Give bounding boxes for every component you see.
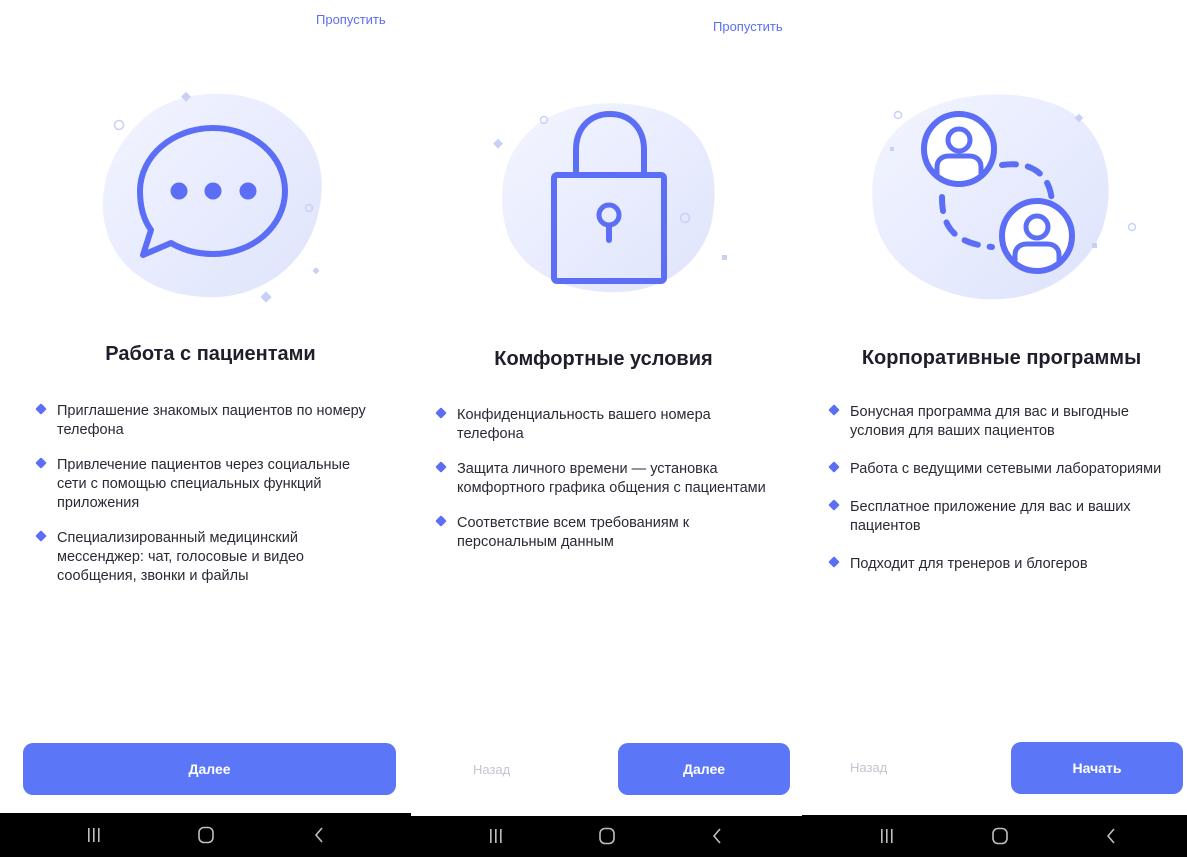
- recent-apps-icon[interactable]: [880, 828, 894, 844]
- list-item-text: Подходит для тренеров и блогеров: [850, 556, 1088, 572]
- list-item-text: Бесплатное приложение для вас и ваших па…: [850, 499, 1131, 534]
- list-item: Работа с ведущими сетевыми лабораториями: [828, 460, 1165, 479]
- bullet-diamond-icon: [435, 515, 447, 527]
- back-icon[interactable]: [711, 828, 723, 844]
- feature-list: Конфиденциальность вашего номера телефон…: [435, 406, 777, 568]
- users-exchange-illustration: [862, 85, 1142, 315]
- home-icon[interactable]: [991, 827, 1009, 845]
- bullet-diamond-icon: [828, 556, 840, 568]
- recent-apps-icon[interactable]: [87, 827, 101, 843]
- chat-bubble-illustration: [85, 85, 340, 315]
- onboarding-screen-corporate: Корпоративные программы Бонусная програм…: [802, 0, 1187, 857]
- back-icon[interactable]: [313, 827, 325, 843]
- next-button[interactable]: Далее: [23, 743, 396, 795]
- skip-link[interactable]: Пропустить: [316, 12, 386, 27]
- list-item-text: Соответствие всем требованиям к персонал…: [457, 515, 690, 550]
- list-item-text: Работа с ведущими сетевыми лабораториями: [850, 461, 1162, 477]
- list-item-text: Бонусная программа для вас и выгодные ус…: [850, 404, 1129, 439]
- list-item-text: Защита личного времени — установка комфо…: [457, 461, 766, 496]
- skip-link[interactable]: Пропустить: [713, 19, 783, 34]
- onboarding-screen-patients: Пропустить Работа с пациентами Приглашен…: [0, 0, 411, 857]
- start-button[interactable]: Начать: [1011, 742, 1183, 794]
- list-item: Бонусная программа для вас и выгодные ус…: [828, 403, 1165, 441]
- system-navbar: [802, 815, 1187, 857]
- list-item: Защита личного времени — установка комфо…: [435, 460, 777, 498]
- list-item-text: Специализированный медицинский мессендже…: [57, 530, 304, 584]
- screen-title: Работа с пациентами: [105, 343, 316, 365]
- onboarding-screen-comfort: Пропустить Комфортные условия Конфиденци…: [411, 0, 802, 857]
- list-item-text: Привлечение пациентов через социальные с…: [57, 457, 351, 511]
- next-button[interactable]: Далее: [618, 743, 790, 795]
- bullet-diamond-icon: [828, 461, 840, 473]
- list-item: Соответствие всем требованиям к персонал…: [435, 514, 777, 552]
- chat-bubble-icon: [102, 91, 322, 303]
- list-item: Привлечение пациентов через социальные с…: [35, 456, 382, 513]
- recent-apps-icon[interactable]: [489, 828, 503, 844]
- system-navbar: [411, 816, 802, 857]
- bullet-diamond-icon: [35, 530, 47, 542]
- home-icon[interactable]: [598, 827, 616, 845]
- bullet-diamond-icon: [35, 457, 47, 469]
- back-icon[interactable]: [1105, 828, 1117, 844]
- padlock-illustration: [486, 90, 741, 320]
- back-button[interactable]: Назад: [850, 760, 887, 775]
- bullet-diamond-icon: [828, 499, 840, 511]
- list-item: Конфиденциальность вашего номера телефон…: [435, 406, 777, 444]
- feature-list: Приглашение знакомых пациентов по номеру…: [35, 402, 382, 602]
- list-item: Специализированный медицинский мессендже…: [35, 529, 382, 586]
- feature-list: Бонусная программа для вас и выгодные ус…: [828, 403, 1165, 593]
- bullet-diamond-icon: [435, 407, 447, 419]
- list-item: Приглашение знакомых пациентов по номеру…: [35, 402, 382, 440]
- bullet-diamond-icon: [35, 403, 47, 415]
- screen-title: Комфортные условия: [494, 348, 713, 370]
- users-exchange-icon: [872, 94, 1137, 300]
- bullet-diamond-icon: [435, 461, 447, 473]
- list-item: Бесплатное приложение для вас и ваших па…: [828, 498, 1165, 536]
- list-item: Подходит для тренеров и блогеров: [828, 555, 1165, 574]
- list-item-text: Конфиденциальность вашего номера телефон…: [457, 407, 711, 442]
- padlock-icon: [493, 103, 727, 293]
- home-icon[interactable]: [197, 826, 215, 844]
- system-navbar: [0, 813, 411, 857]
- bullet-diamond-icon: [828, 404, 840, 416]
- back-button[interactable]: Назад: [473, 762, 510, 777]
- screen-title: Корпоративные программы: [861, 347, 1142, 369]
- list-item-text: Приглашение знакомых пациентов по номеру…: [57, 403, 366, 438]
